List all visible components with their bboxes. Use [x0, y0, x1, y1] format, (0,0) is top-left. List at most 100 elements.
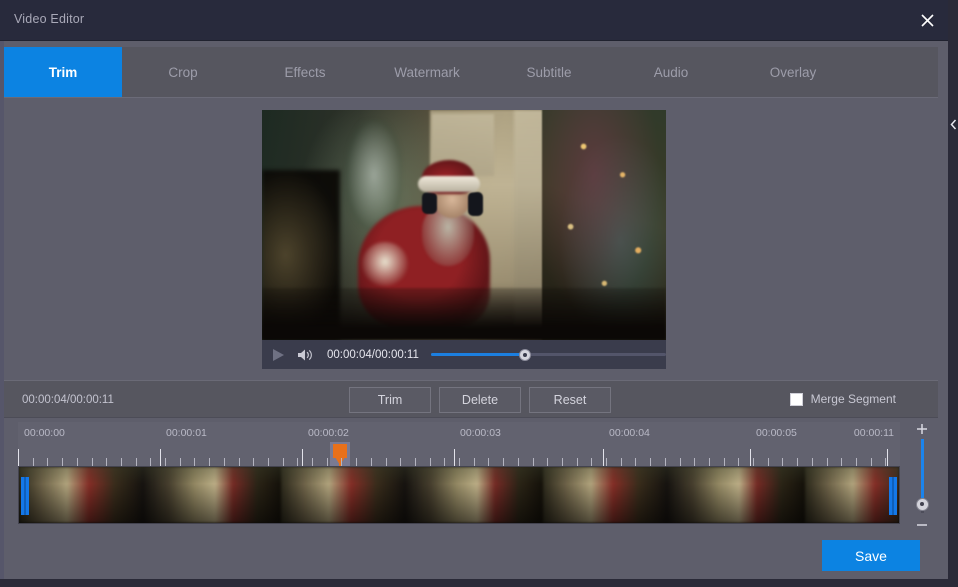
- save-button[interactable]: Save: [822, 540, 920, 571]
- ruler-tick-minor: [694, 458, 695, 466]
- trim-handle-end[interactable]: [889, 477, 897, 515]
- ruler-tick-minor: [709, 458, 710, 466]
- tab-watermark-label: Watermark: [394, 64, 460, 80]
- ruler-label: 00:00:02: [308, 427, 349, 439]
- zoom-slider-handle[interactable]: [915, 497, 929, 511]
- ruler-tick-minor: [297, 458, 298, 466]
- timeline-filmstrip[interactable]: [18, 466, 900, 524]
- ruler-tick-minor: [547, 458, 548, 466]
- ruler-tick-minor: [312, 458, 313, 466]
- ruler-tick-major: [750, 449, 751, 466]
- merge-segment-checkbox[interactable]: Merge Segment: [789, 392, 896, 406]
- tab-audio[interactable]: Audio: [610, 47, 732, 97]
- ruler-tick-minor: [33, 458, 34, 466]
- ruler-tick-major: [887, 449, 888, 466]
- ruler-tick-minor: [577, 458, 578, 466]
- titlebar: Video Editor: [0, 0, 948, 41]
- play-button[interactable]: [272, 348, 285, 362]
- ruler-tick-minor: [444, 458, 445, 466]
- ruler-tick-minor: [430, 458, 431, 466]
- tab-bar: Trim Crop Effects Watermark Subtitle Aud…: [4, 47, 938, 97]
- tab-trim-label: Trim: [48, 64, 78, 80]
- ruler-tick-minor: [782, 458, 783, 466]
- trim-handle-start[interactable]: [21, 477, 29, 515]
- ruler-label: 00:00:04: [609, 427, 650, 439]
- ruler-tick-minor: [488, 458, 489, 466]
- player-progress-track[interactable]: [430, 348, 666, 361]
- ruler-tick-minor: [268, 458, 269, 466]
- ruler-tick-minor: [841, 458, 842, 466]
- ruler-tick-minor: [62, 458, 63, 466]
- ruler-label: 00:00:11: [853, 427, 894, 439]
- ruler-tick-minor: [738, 458, 739, 466]
- ruler-tick-minor: [371, 458, 372, 466]
- zoom-slider-fill: [920, 439, 924, 505]
- reset-button[interactable]: Reset: [529, 387, 611, 413]
- video-frame[interactable]: [262, 110, 666, 340]
- ruler-tick-minor: [562, 458, 563, 466]
- ruler-tick-minor: [856, 458, 857, 466]
- video-foreground: [262, 288, 666, 340]
- ruler-tick-major: [302, 449, 303, 466]
- ruler-tick-minor: [533, 458, 534, 466]
- ruler-tick-minor: [165, 458, 166, 466]
- tab-subtitle-label: Subtitle: [526, 64, 572, 80]
- collapse-panel-button[interactable]: [948, 112, 958, 136]
- trim-button[interactable]: Trim: [349, 387, 431, 413]
- timeline-zoom-slider: [906, 422, 938, 534]
- toolbar-button-group: Trim Delete Reset: [349, 387, 611, 413]
- tab-audio-label: Audio: [653, 64, 689, 80]
- ruler-tick-major: [603, 449, 604, 466]
- ruler-tick-minor: [591, 458, 592, 466]
- tab-subtitle[interactable]: Subtitle: [488, 47, 610, 97]
- ruler-tick-minor: [239, 458, 240, 466]
- ruler-tick-minor: [768, 458, 769, 466]
- zoom-in-button[interactable]: [915, 422, 929, 436]
- ruler-tick-minor: [150, 458, 151, 466]
- ruler-tick-minor: [724, 458, 725, 466]
- ruler-tick-minor: [92, 458, 93, 466]
- tab-overlay[interactable]: Overlay: [732, 47, 854, 97]
- ruler-tick-minor: [503, 458, 504, 466]
- player-progress-handle[interactable]: [518, 348, 531, 361]
- ruler-tick-minor: [606, 458, 607, 466]
- ruler-tick-minor: [47, 458, 48, 466]
- ruler-tick-minor: [680, 458, 681, 466]
- ruler-tick-major: [160, 449, 161, 466]
- delete-button[interactable]: Delete: [439, 387, 521, 413]
- video-headphone-right: [468, 192, 483, 216]
- ruler-tick-minor: [136, 458, 137, 466]
- filmstrip-shading: [19, 467, 899, 523]
- ruler-label: 00:00:03: [460, 427, 501, 439]
- ruler-label: 00:00:05: [756, 427, 797, 439]
- ruler-tick-minor: [518, 458, 519, 466]
- tab-watermark[interactable]: Watermark: [366, 47, 488, 97]
- volume-icon: [298, 349, 312, 360]
- timeline-ruler[interactable]: 00:00:00 00:00:01 00:00:02 00:00:03 00:00:04…: [18, 422, 900, 466]
- playhead-pin-icon: [333, 444, 347, 465]
- tab-crop[interactable]: Crop: [122, 47, 244, 97]
- minus-icon: [917, 524, 927, 526]
- video-preview-panel: 00:00:04/00:00:11: [262, 110, 666, 369]
- merge-segment-checkbox-box[interactable]: [789, 392, 803, 406]
- volume-button[interactable]: [297, 348, 314, 362]
- close-button[interactable]: [906, 0, 948, 41]
- ruler-tick-minor: [356, 458, 357, 466]
- ruler-tick-minor: [650, 458, 651, 466]
- ruler-tick-minor: [327, 458, 328, 466]
- plus-icon: [917, 424, 927, 434]
- ruler-tick-minor: [665, 458, 666, 466]
- tab-overlay-label: Overlay: [769, 64, 817, 80]
- ruler-tick-minor: [753, 458, 754, 466]
- zoom-out-button[interactable]: [915, 518, 929, 532]
- video-santa-sleeve: [362, 242, 408, 286]
- ruler-tick-minor: [194, 458, 195, 466]
- tab-trim[interactable]: Trim: [4, 47, 122, 97]
- ruler-tick-minor: [341, 458, 342, 466]
- ruler-tick-minor: [885, 458, 886, 466]
- footer-bar: Save: [4, 536, 938, 579]
- window-bottom-rail: [0, 579, 958, 587]
- tab-effects[interactable]: Effects: [244, 47, 366, 97]
- ruler-tick-minor: [253, 458, 254, 466]
- timeline-playhead[interactable]: [330, 442, 350, 466]
